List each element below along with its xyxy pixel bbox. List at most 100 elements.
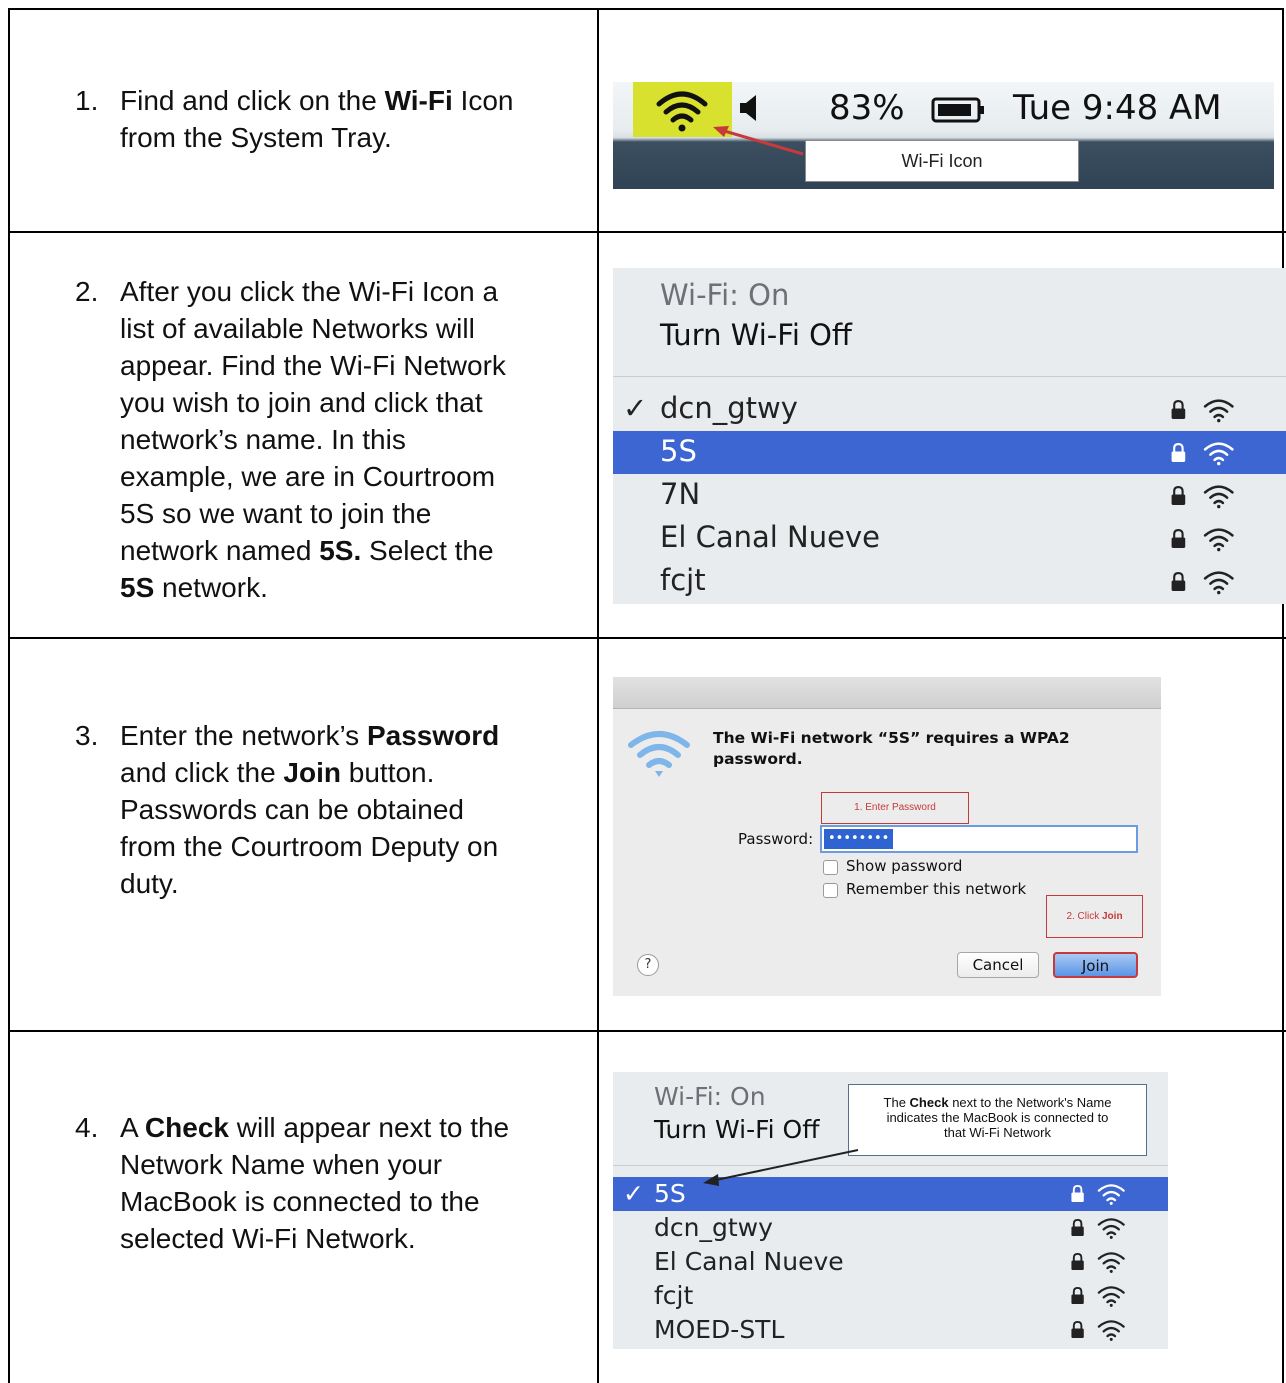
step-line: and click the Join button.: [120, 754, 499, 791]
step-text: Icon: [452, 85, 514, 116]
step-text: network’s name. In this: [120, 424, 406, 455]
network-item-fcjt[interactable]: fcjt: [613, 1279, 1168, 1313]
step-text: will appear next to the: [228, 1112, 510, 1143]
step-text: and click the: [120, 757, 284, 788]
dialog-message-line: password.: [713, 750, 803, 768]
step-text: network.: [154, 572, 268, 603]
step-line: selected Wi-Fi Network.: [120, 1220, 509, 1257]
wifi-signal-icon: [1097, 1251, 1126, 1278]
callout-text: next to the Network's Name: [948, 1095, 1112, 1110]
network-item-dcn-gtwy[interactable]: ✓ dcn_gtwy: [613, 388, 1286, 431]
lock-icon: [1170, 485, 1187, 510]
wifi-signal-icon: [1097, 1217, 1126, 1244]
turn-wifi-off-item[interactable]: Turn Wi-Fi Off: [654, 1115, 819, 1144]
network-name: El Canal Nueve: [654, 1247, 844, 1276]
step-text: A: [120, 1112, 145, 1143]
network-name: dcn_gtwy: [654, 1213, 773, 1242]
step-text: After you click the Wi-Fi Icon a: [120, 276, 499, 307]
join-button[interactable]: Join: [1053, 952, 1138, 978]
checkmark-icon: ✓: [623, 1179, 644, 1208]
lock-icon: [1070, 1184, 1085, 1207]
step-line: Passwords can be obtained: [120, 791, 499, 828]
step-line: from the System Tray.: [120, 119, 513, 156]
wifi-signal-icon: [1097, 1319, 1126, 1346]
network-item-fcjt[interactable]: fcjt: [613, 560, 1286, 603]
network-name: MOED-STL: [654, 1315, 785, 1344]
step-text: list of available Networks will: [120, 313, 475, 344]
callout-text: The: [883, 1095, 910, 1110]
step-text: 5S so we want to join the: [120, 498, 432, 529]
network-name: 5S: [660, 434, 697, 468]
step-line: Network Name when your: [120, 1146, 509, 1183]
row-divider: [8, 231, 1286, 233]
step-text-bold: Wi-Fi: [384, 85, 453, 116]
step-text: you wish to join and click that: [120, 387, 483, 418]
network-item-5s[interactable]: 5S: [613, 431, 1286, 474]
show-password-checkbox[interactable]: [823, 860, 838, 875]
step-text: Select the: [361, 535, 494, 566]
lock-icon: [1070, 1252, 1085, 1275]
checkmark-icon: ✓: [623, 391, 648, 425]
step-line: duty.: [120, 865, 499, 902]
step-text: Enter the network’s: [120, 720, 367, 751]
remember-network-label: Remember this network: [846, 880, 1027, 898]
callout-line: that Wi-Fi Network: [944, 1125, 1051, 1140]
step-text-bold: Check: [144, 1112, 229, 1143]
step-line: 5S network.: [120, 569, 506, 606]
network-name: fcjt: [654, 1281, 694, 1310]
password-field[interactable]: ••••••••: [820, 825, 1138, 853]
step-text: MacBook is connected to the: [120, 1186, 480, 1217]
row-divider: [8, 1030, 1286, 1032]
callout-text-bold: Check: [909, 1095, 949, 1110]
step-line: 5S so we want to join the: [120, 495, 506, 532]
wifi-signal-icon: [1203, 484, 1235, 513]
wifi-signal-icon: [1097, 1183, 1126, 1210]
password-label: Password:: [738, 830, 814, 848]
wifi-status: Wi-Fi: On: [660, 278, 790, 312]
step-text: selected Wi-Fi Network.: [120, 1223, 416, 1254]
dialog-titlebar: [613, 677, 1161, 709]
network-item-el-canal-nueve[interactable]: El Canal Nueve: [613, 517, 1286, 560]
network-item-el-canal-nueve[interactable]: El Canal Nueve: [613, 1245, 1168, 1279]
wifi-menu-screenshot: Wi-Fi: On Turn Wi-Fi Off ✓ dcn_gtwy 5S 7N El…: [613, 268, 1286, 604]
step-text: example, we are in Courtroom: [120, 461, 496, 492]
step-line: Find and click on the Wi-Fi Icon: [120, 82, 513, 119]
wifi-signal-icon: [1203, 527, 1235, 556]
password-value: ••••••••: [824, 829, 894, 849]
menu-separator: [613, 1165, 1168, 1166]
step-text: network named: [120, 535, 320, 566]
lock-icon: [1070, 1286, 1085, 1309]
step-text: appear. Find the Wi-Fi Network: [120, 350, 506, 381]
remember-network-checkbox[interactable]: [823, 883, 838, 898]
annotation-text-bold: Join: [1102, 911, 1123, 922]
step-line: example, we are in Courtroom: [120, 458, 506, 495]
help-button[interactable]: ?: [637, 954, 659, 976]
step-line: network named 5S. Select the: [120, 532, 506, 569]
network-item-dcn-gtwy[interactable]: dcn_gtwy: [613, 1211, 1168, 1245]
callout-line: The Check next to the Network's Name: [849, 1095, 1146, 1110]
system-tray-screenshot: 83% Tue 9:48 AM Wi-Fi Icon: [613, 82, 1274, 189]
step-2-text: 2. After you click the Wi-Fi Icon a list o…: [75, 273, 506, 606]
wifi-password-dialog: The Wi-Fi network “5S” requires a WPA2 p…: [613, 677, 1161, 996]
cancel-button[interactable]: Cancel: [957, 952, 1039, 978]
annotation-text: 2. Click: [1066, 911, 1102, 922]
row-divider: [8, 637, 1286, 639]
network-item-7n[interactable]: 7N: [613, 474, 1286, 517]
check-annotation-callout: The Check next to the Network's Name ind…: [848, 1084, 1147, 1156]
step-text: Passwords can be obtained: [120, 794, 464, 825]
annotation-enter-password: 1. Enter Password: [821, 792, 969, 824]
wifi-signal-icon: [1203, 441, 1235, 470]
step-text: from the System Tray.: [120, 122, 392, 153]
step-line: After you click the Wi-Fi Icon a: [120, 273, 506, 310]
dialog-message: The Wi-Fi network “5S” requires a WPA2 p…: [713, 728, 1143, 770]
network-name: 5S: [654, 1179, 686, 1208]
network-item-5s[interactable]: ✓ 5S: [613, 1177, 1168, 1211]
network-item-moed-stl[interactable]: MOED-STL: [613, 1313, 1168, 1347]
callout-line: indicates the MacBook is connected to: [886, 1110, 1109, 1125]
turn-wifi-off-item[interactable]: Turn Wi-Fi Off: [660, 318, 852, 352]
wifi-status: Wi-Fi: On: [654, 1082, 766, 1111]
step-line: MacBook is connected to the: [120, 1183, 509, 1220]
wifi-icon-label: Wi-Fi Icon: [805, 140, 1079, 182]
wifi-signal-icon: [1203, 570, 1235, 599]
step-text-bold: Join: [283, 757, 341, 788]
